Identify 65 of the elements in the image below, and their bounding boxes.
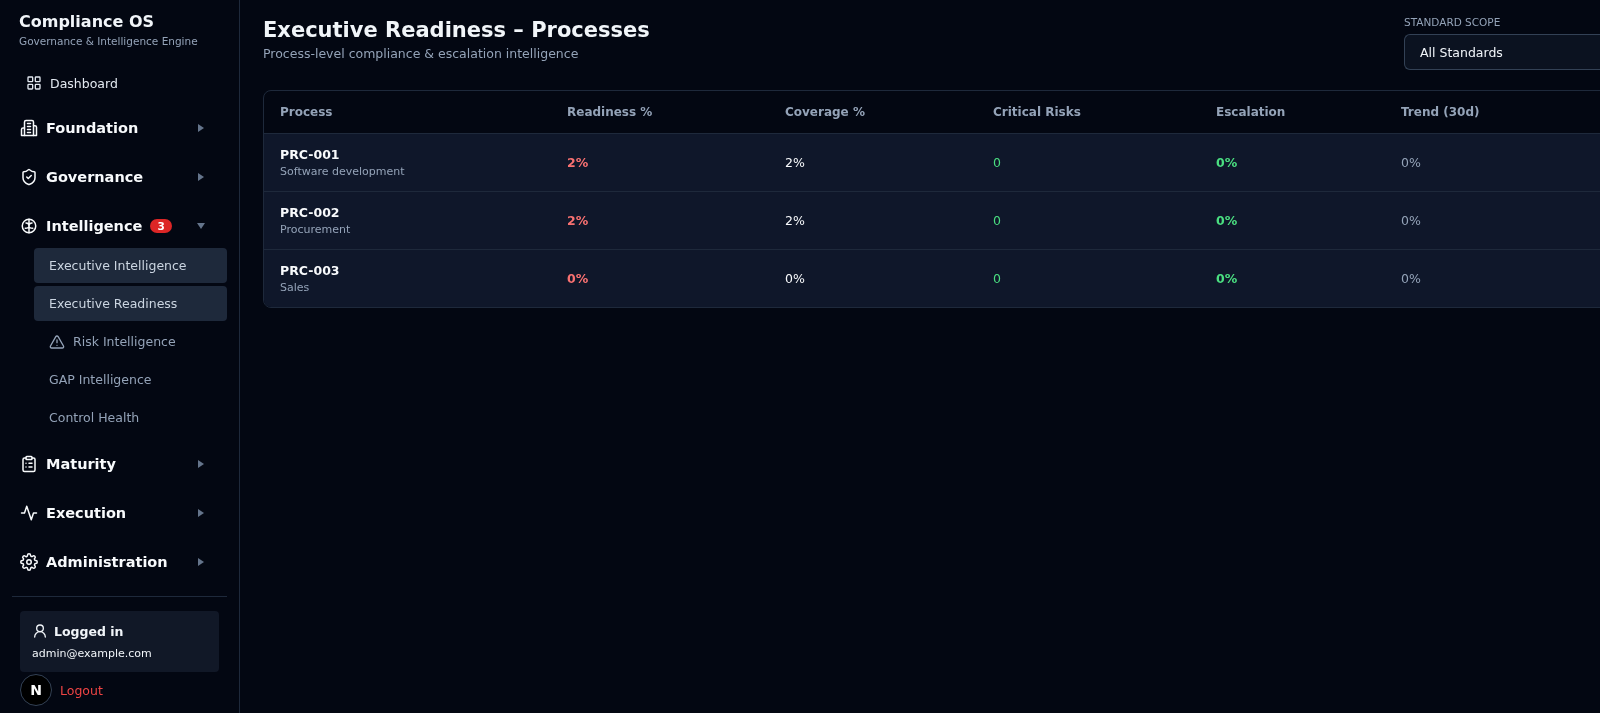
caret-right-icon (197, 558, 205, 566)
column-header: Trend (30d) (1401, 105, 1481, 119)
process-name: Software development (280, 165, 406, 178)
logout-link[interactable]: Logout (60, 682, 103, 698)
warning-icon (49, 333, 65, 350)
column-header: Process (280, 105, 334, 119)
sidebar-subitem[interactable]: GAP Intelligence (34, 362, 227, 397)
column-header: Escalation (1216, 105, 1287, 119)
sidebar-subitem[interactable]: Executive Readiness (34, 286, 227, 321)
sidebar-group[interactable]: Intelligence 3 (12, 209, 227, 243)
process-id: PRC-003 (280, 263, 341, 278)
sidebar-group[interactable]: Governance (12, 160, 227, 194)
user-email: admin@example.com (32, 647, 153, 660)
table-cell-text: 0% (1401, 155, 1422, 170)
caret-right-icon (197, 460, 205, 468)
sidebar-group[interactable]: Administration (12, 545, 227, 579)
user-icon (32, 623, 48, 639)
table-cell-text: 0% (567, 271, 590, 286)
grid-icon (26, 75, 42, 91)
dev-tools-badge[interactable]: N (20, 674, 52, 706)
shield-check-icon (20, 168, 38, 186)
table-cell-text: 0% (1216, 271, 1239, 286)
process-name: Procurement (280, 223, 352, 236)
table-cell-text: 0 (993, 155, 1002, 170)
count-badge: 3 (150, 219, 172, 233)
sidebar-group[interactable]: Foundation (12, 111, 227, 145)
sidebar-subitem[interactable]: Control Health (34, 400, 227, 435)
sidebar-item[interactable]: Dashboard (12, 67, 227, 99)
column-header: Readiness % (567, 105, 654, 119)
sidebar-subitem[interactable]: Executive Intelligence (34, 248, 227, 283)
user-card-title: Logged in (54, 623, 124, 639)
table-cell-text: 0% (1216, 213, 1239, 228)
caret-right-icon (197, 509, 205, 517)
app-title: Compliance OS (19, 12, 156, 31)
settings-icon (20, 553, 38, 571)
process-id: PRC-002 (280, 205, 341, 220)
page-title: Executive Readiness – Processes (263, 18, 650, 42)
table-cell-text: 2% (567, 213, 590, 228)
app-subtitle: Governance & Intelligence Engine (19, 35, 199, 47)
table-cell-text: 0 (993, 213, 1002, 228)
column-header: Coverage % (785, 105, 866, 119)
brain-icon (20, 217, 38, 235)
table-cell-text: 0% (1216, 155, 1239, 170)
caret-down-icon (197, 222, 205, 230)
table-cell-text: 2% (567, 155, 590, 170)
table-cell-text: 2% (785, 213, 806, 228)
process-id: PRC-001 (280, 147, 341, 162)
activity-icon (20, 504, 38, 522)
page-subtitle: Process-level compliance & escalation intelligence (263, 46, 580, 61)
caret-right-icon (197, 124, 205, 132)
sidebar-subitem[interactable]: Risk Intelligence (34, 324, 227, 359)
scope-label: STANDARD SCOPE (1404, 16, 1502, 28)
table-cell-text: 0% (785, 271, 806, 286)
table-cell-text: 2% (785, 155, 806, 170)
sidebar-group[interactable]: Maturity (12, 447, 227, 481)
building-icon (20, 119, 38, 137)
column-header: Critical Risks (993, 105, 1082, 119)
table-cell-text: 0 (993, 271, 1002, 286)
sidebar-group[interactable]: Execution (12, 496, 227, 530)
clipboard-list-icon (20, 455, 38, 473)
process-name: Sales (280, 281, 311, 294)
table-cell-text: 0% (1401, 213, 1422, 228)
table-cell-text: 0% (1401, 271, 1422, 286)
caret-right-icon (197, 173, 205, 181)
scope-dropdown[interactable]: All Standards (1404, 34, 1600, 70)
